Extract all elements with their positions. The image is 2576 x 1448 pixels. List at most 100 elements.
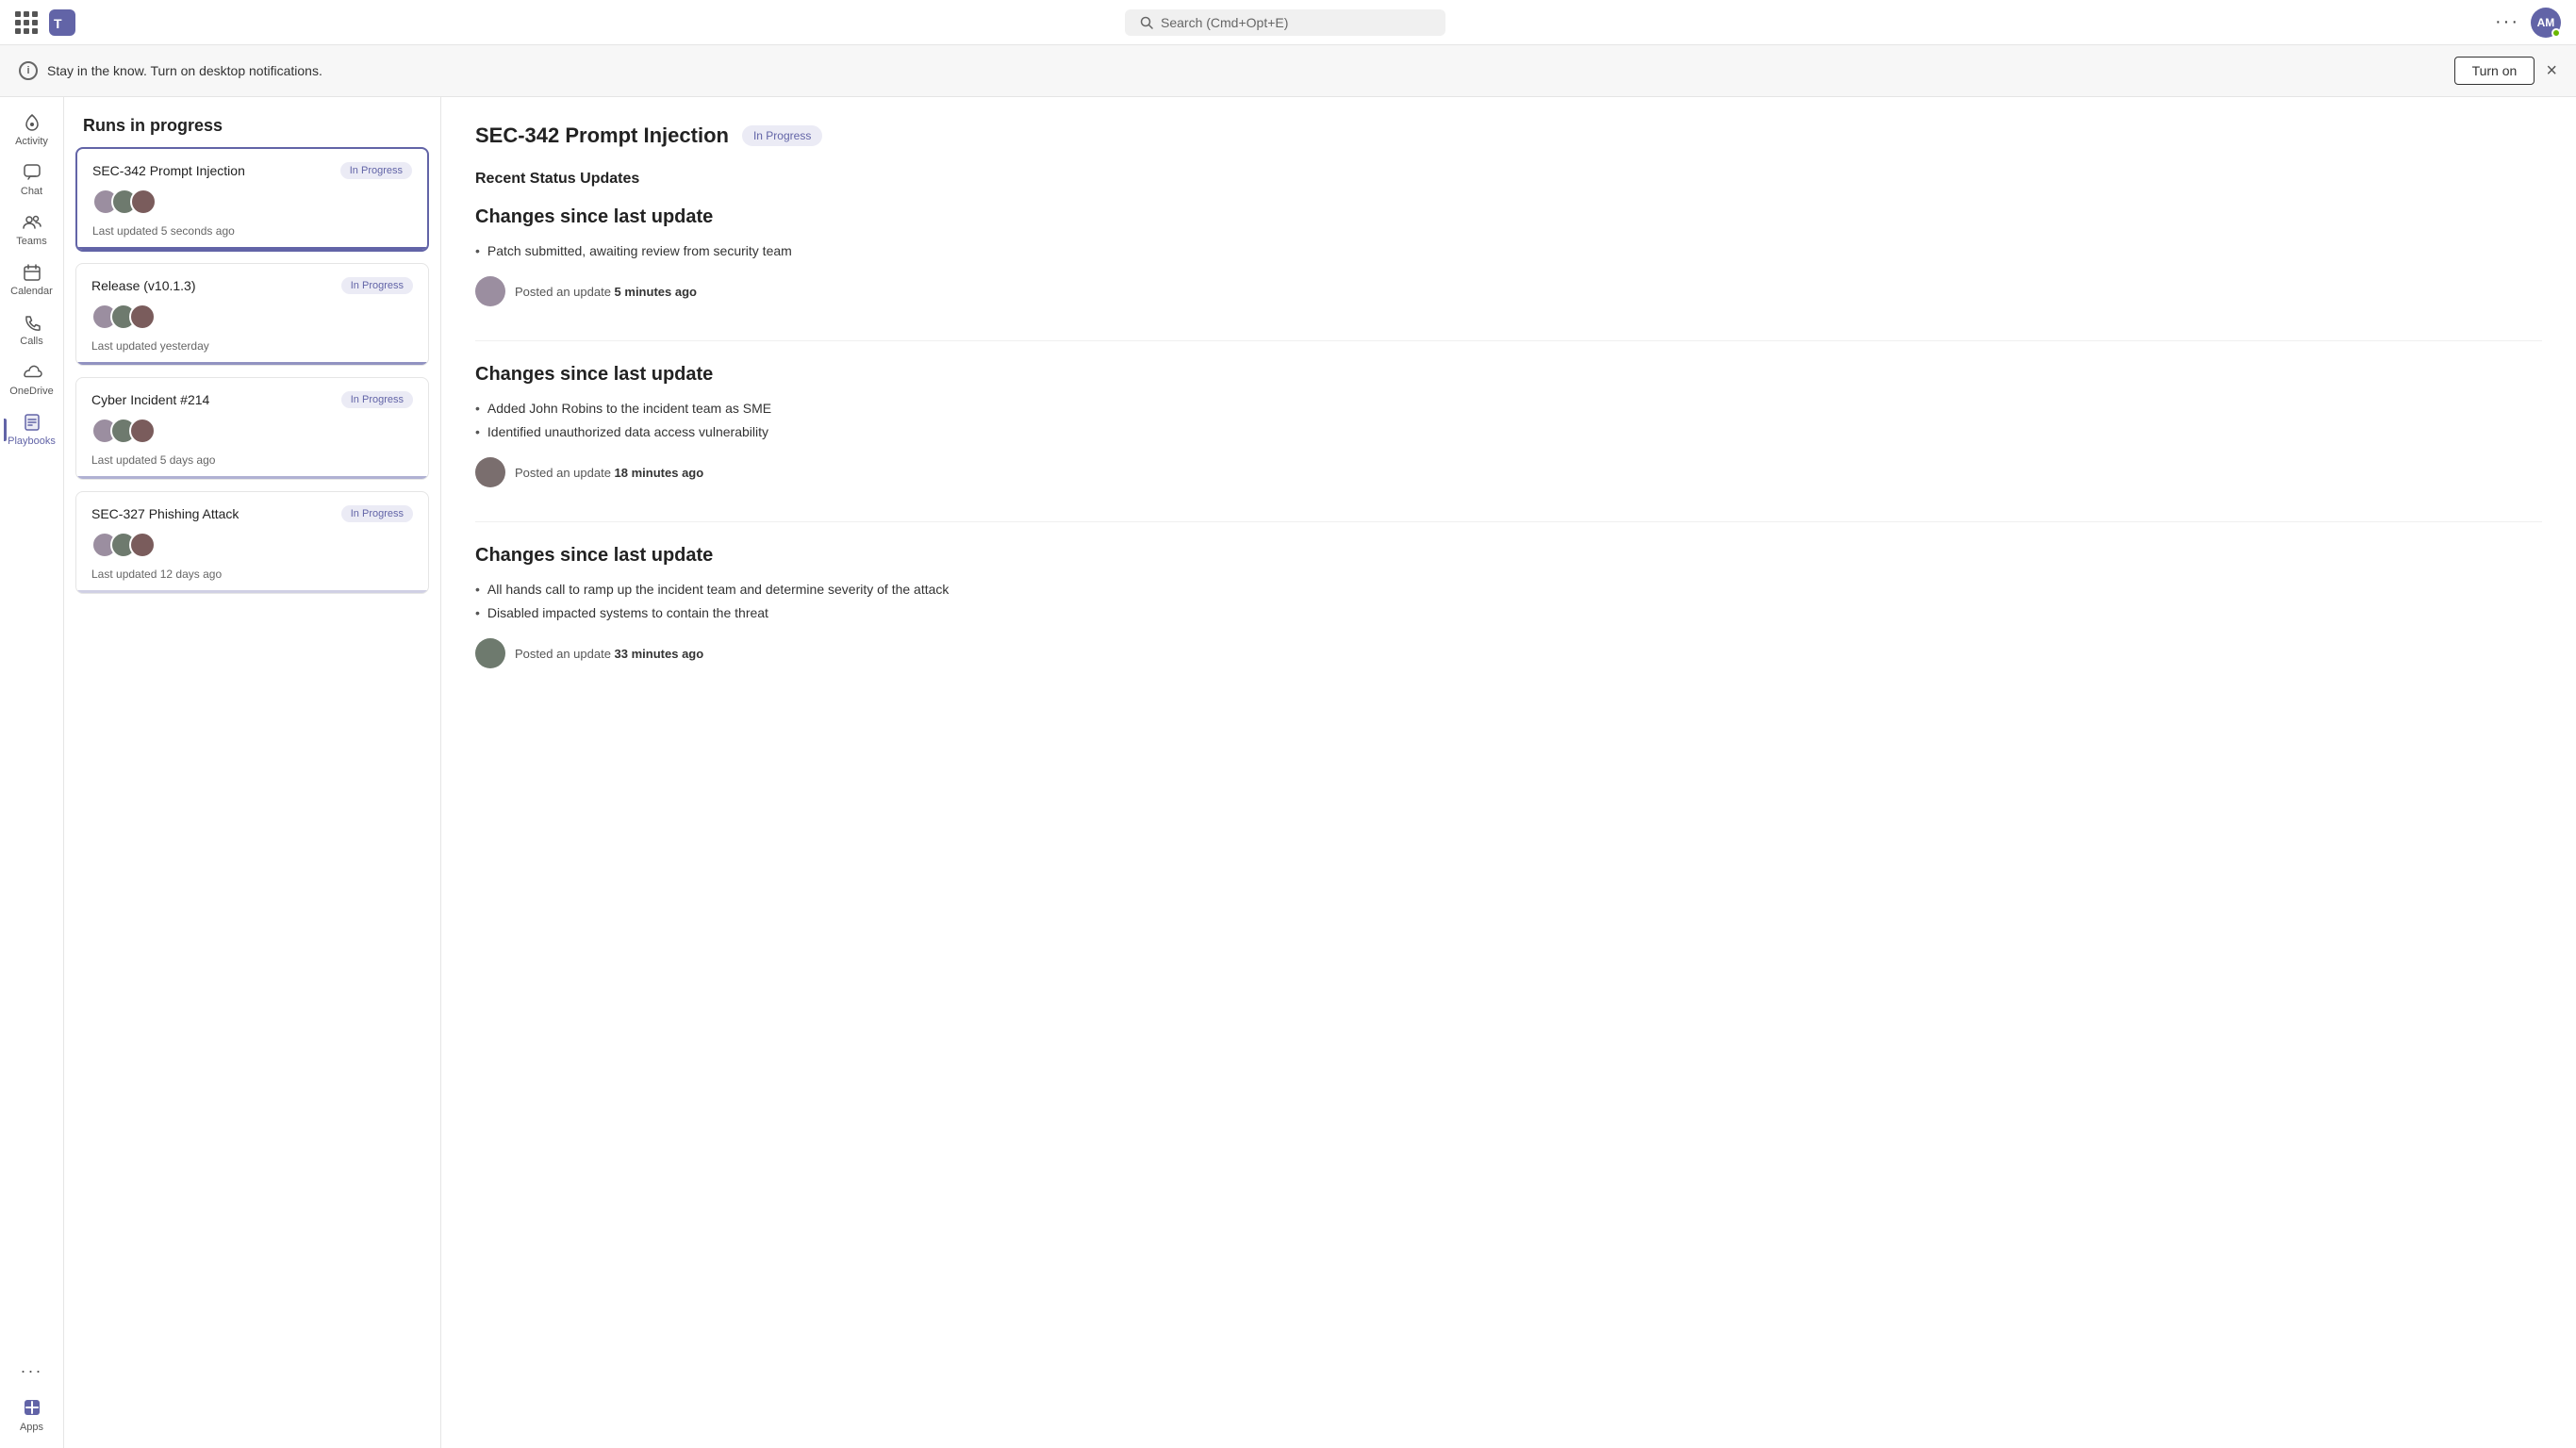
sidebar-item-chat[interactable]: Chat bbox=[4, 155, 60, 205]
run-card-time-3: Last updated 5 days ago bbox=[91, 453, 413, 467]
search-icon bbox=[1140, 16, 1153, 29]
notification-banner: i Stay in the know. Turn on desktop noti… bbox=[0, 45, 2576, 97]
avatar-3-3 bbox=[129, 418, 156, 444]
sidebar-item-apps[interactable]: Apps bbox=[4, 1389, 60, 1440]
changes-section-1: Changes since last update Patch submitte… bbox=[475, 206, 2542, 306]
sidebar-item-activity[interactable]: Activity bbox=[4, 105, 60, 155]
content-area: Runs in progress SEC-342 Prompt Injectio… bbox=[64, 97, 2576, 1448]
sidebar-label-playbooks: Playbooks bbox=[8, 436, 56, 447]
in-progress-badge-2: In Progress bbox=[341, 277, 413, 294]
more-options-button[interactable]: ··· bbox=[2495, 11, 2519, 33]
sidebar-label-calls: Calls bbox=[20, 336, 42, 347]
avatar-2-3 bbox=[129, 304, 156, 330]
main-layout: Activity Chat Teams bbox=[0, 97, 2576, 1448]
apps-icon bbox=[21, 1396, 43, 1419]
teams-icon bbox=[22, 212, 42, 233]
avatar-3 bbox=[130, 189, 157, 215]
bullet-item: All hands call to ramp up the incident t… bbox=[475, 580, 2542, 600]
sidebar-label-onedrive: OneDrive bbox=[9, 386, 53, 397]
in-progress-badge-3: In Progress bbox=[341, 391, 413, 408]
sidebar-item-teams[interactable]: Teams bbox=[4, 205, 60, 255]
active-indicator bbox=[4, 419, 7, 441]
run-card-release[interactable]: Release (v10.1.3) In Progress Last updat… bbox=[75, 263, 429, 366]
run-card-cyber214[interactable]: Cyber Incident #214 In Progress Last upd… bbox=[75, 377, 429, 480]
right-panel-header: SEC-342 Prompt Injection In Progress bbox=[475, 123, 2542, 148]
updater-avatar-1 bbox=[475, 276, 505, 306]
run-card-time-4: Last updated 12 days ago bbox=[91, 568, 413, 581]
run-card-time: Last updated 5 seconds ago bbox=[92, 224, 412, 238]
topbar-right: ··· AM bbox=[2495, 8, 2561, 38]
sidebar-label-activity: Activity bbox=[15, 136, 48, 147]
right-panel-badge: In Progress bbox=[742, 125, 822, 146]
close-notification-button[interactable]: × bbox=[2546, 60, 2557, 82]
sidebar-item-calendar[interactable]: Calendar bbox=[4, 255, 60, 304]
divider-1 bbox=[475, 340, 2542, 341]
turn-on-button[interactable]: Turn on bbox=[2454, 57, 2535, 85]
run-card-header: SEC-342 Prompt Injection In Progress bbox=[92, 162, 412, 179]
status-dot bbox=[2551, 28, 2561, 38]
run-card-header-4: SEC-327 Phishing Attack In Progress bbox=[91, 505, 413, 522]
run-card-bar bbox=[77, 247, 427, 250]
info-icon: i bbox=[19, 61, 38, 80]
bullet-list-1: Patch submitted, awaiting review from se… bbox=[475, 241, 2542, 261]
run-card-header-2: Release (v10.1.3) In Progress bbox=[91, 277, 413, 294]
onedrive-icon bbox=[22, 362, 42, 383]
run-card-sec327[interactable]: SEC-327 Phishing Attack In Progress Last… bbox=[75, 491, 429, 594]
left-panel: Runs in progress SEC-342 Prompt Injectio… bbox=[64, 97, 441, 1448]
calendar-icon bbox=[22, 262, 42, 283]
runs-in-progress-header: Runs in progress bbox=[64, 97, 440, 147]
run-card-title: SEC-342 Prompt Injection bbox=[92, 163, 245, 178]
sidebar-item-playbooks[interactable]: Playbooks bbox=[4, 404, 60, 454]
sidebar-label-chat: Chat bbox=[21, 186, 42, 197]
sidebar-label-teams: Teams bbox=[16, 236, 46, 247]
notif-message: Stay in the know. Turn on desktop notifi… bbox=[47, 63, 322, 78]
run-card-avatars-4 bbox=[91, 532, 413, 558]
changes-title-2: Changes since last update bbox=[475, 364, 2542, 386]
run-card-title-3: Cyber Incident #214 bbox=[91, 392, 209, 407]
runs-list: SEC-342 Prompt Injection In Progress Las… bbox=[64, 147, 440, 605]
in-progress-badge-4: In Progress bbox=[341, 505, 413, 522]
sidebar-item-calls[interactable]: Calls bbox=[4, 304, 60, 354]
user-avatar[interactable]: AM bbox=[2531, 8, 2561, 38]
update-text-2: Posted an update 18 minutes ago bbox=[515, 466, 703, 480]
changes-section-3: Changes since last update All hands call… bbox=[475, 545, 2542, 668]
run-card-time-2: Last updated yesterday bbox=[91, 339, 413, 353]
sidebar-item-more[interactable]: ··· bbox=[4, 1354, 60, 1389]
svg-text:T: T bbox=[54, 16, 62, 31]
changes-section-2: Changes since last update Added John Rob… bbox=[475, 364, 2542, 487]
grid-icon[interactable] bbox=[15, 11, 38, 34]
run-card-sec342[interactable]: SEC-342 Prompt Injection In Progress Las… bbox=[75, 147, 429, 252]
run-card-bar-3 bbox=[76, 476, 428, 479]
recent-status-label: Recent Status Updates bbox=[475, 171, 2542, 188]
sidebar-label-apps: Apps bbox=[20, 1422, 43, 1433]
bullet-list-3: All hands call to ramp up the incident t… bbox=[475, 580, 2542, 623]
update-text-3: Posted an update 33 minutes ago bbox=[515, 647, 703, 661]
avatar-4-3 bbox=[129, 532, 156, 558]
update-footer-1: Posted an update 5 minutes ago bbox=[475, 276, 2542, 306]
search-bar[interactable]: Search (Cmd+Opt+E) bbox=[1125, 9, 1445, 36]
notif-actions: Turn on × bbox=[2454, 57, 2557, 85]
update-footer-3: Posted an update 33 minutes ago bbox=[475, 638, 2542, 668]
sidebar-item-onedrive[interactable]: OneDrive bbox=[4, 354, 60, 404]
search-placeholder: Search (Cmd+Opt+E) bbox=[1161, 15, 1288, 30]
topbar-left: T bbox=[15, 9, 75, 36]
run-card-bar-4 bbox=[76, 590, 428, 593]
more-icon: ··· bbox=[21, 1361, 43, 1381]
right-panel-title: SEC-342 Prompt Injection bbox=[475, 123, 729, 148]
updater-avatar-2 bbox=[475, 457, 505, 487]
topbar: T Search (Cmd+Opt+E) ··· AM bbox=[0, 0, 2576, 45]
run-card-bar-2 bbox=[76, 362, 428, 365]
run-card-avatars bbox=[92, 189, 412, 215]
run-card-avatars-3 bbox=[91, 418, 413, 444]
in-progress-badge: In Progress bbox=[340, 162, 412, 179]
bullet-item: Patch submitted, awaiting review from se… bbox=[475, 241, 2542, 261]
sidebar: Activity Chat Teams bbox=[0, 97, 64, 1448]
activity-icon bbox=[22, 112, 42, 133]
update-footer-2: Posted an update 18 minutes ago bbox=[475, 457, 2542, 487]
run-card-title-4: SEC-327 Phishing Attack bbox=[91, 506, 239, 521]
divider-2 bbox=[475, 521, 2542, 522]
updater-avatar-3 bbox=[475, 638, 505, 668]
right-panel: SEC-342 Prompt Injection In Progress Rec… bbox=[441, 97, 2576, 1448]
run-card-title-2: Release (v10.1.3) bbox=[91, 278, 196, 293]
notif-left: i Stay in the know. Turn on desktop noti… bbox=[19, 61, 322, 80]
